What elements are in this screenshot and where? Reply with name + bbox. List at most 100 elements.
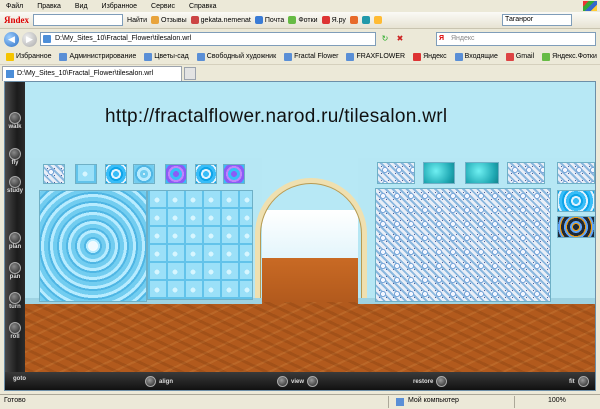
menu-view[interactable]: Вид (75, 3, 88, 10)
favorites-label: Избранное (16, 53, 52, 60)
back-button[interactable]: ◀ (4, 31, 19, 47)
tile-sample[interactable] (557, 190, 595, 212)
tile-sample[interactable] (465, 162, 499, 184)
reviews-button[interactable]: Отзывы (151, 16, 187, 24)
fav-item-artist[interactable]: Свободный художник (196, 52, 277, 61)
yandex-find-button[interactable]: Найти (127, 17, 147, 24)
view-label: view (291, 378, 305, 385)
yandex-logo[interactable]: Яndex (4, 15, 29, 25)
address-bar: ◀ ▶ D:\My_Sites_10\Fractal_Flower\tilesa… (0, 29, 600, 49)
plan-icon (9, 232, 21, 244)
zone-text: Мой компьютер (408, 397, 459, 404)
scene-banner: http://fractalflower.narod.ru/tilesalon.… (105, 106, 448, 127)
mail-icon (254, 16, 263, 24)
traffic-icon[interactable] (373, 16, 382, 24)
search-input[interactable]: Я Яндекс (436, 32, 596, 46)
tile-sample[interactable] (43, 164, 65, 184)
align-button[interactable]: align (145, 376, 173, 387)
pan-button[interactable]: pan (7, 262, 23, 280)
goto-label: goto (13, 376, 26, 382)
tile-panel-grid[interactable] (147, 190, 253, 300)
view-button[interactable]: view (277, 376, 319, 387)
fav-label: FRAXFLOWER (356, 53, 406, 60)
yaru-icon (321, 16, 330, 24)
menu-favorites[interactable]: Избранное (102, 3, 137, 10)
tile-sample[interactable] (105, 164, 127, 184)
tile-sample[interactable] (557, 162, 595, 184)
tile-sample[interactable] (557, 216, 595, 238)
fav-label: Цветы-сад (154, 53, 189, 60)
tile-panel-star[interactable] (39, 190, 147, 302)
fav-item-fraxflower[interactable]: FRAXFLOWER (346, 52, 406, 61)
fly-button[interactable]: fly (7, 148, 23, 166)
music-icon[interactable] (361, 16, 370, 24)
next-view-icon[interactable] (307, 376, 319, 387)
tile-sample[interactable] (223, 164, 245, 184)
fav-item-gmail[interactable]: Gmail (505, 52, 534, 61)
menu-help[interactable]: Справка (189, 3, 216, 10)
walk-button[interactable]: walk (7, 112, 23, 130)
stop-icon[interactable]: ✖ (394, 33, 406, 45)
tile-sample[interactable] (377, 162, 415, 184)
tile-panel-lace[interactable] (375, 188, 551, 302)
tile-sample[interactable] (195, 164, 217, 184)
plan-button[interactable]: plan (7, 232, 23, 250)
mail-button[interactable]: Почта (254, 16, 285, 24)
yandex-search-input[interactable] (33, 14, 124, 26)
yandex-toolbar: Яndex Найти Отзывы gekata.nemenat Почта … (0, 12, 600, 29)
goto-button[interactable]: goto (13, 376, 26, 382)
reviews-label: Отзывы (161, 16, 187, 24)
prev-view-icon[interactable] (277, 376, 288, 387)
star-icon (6, 52, 14, 61)
walk-icon (9, 112, 21, 124)
fav-item-yandex[interactable]: Яндекс (413, 52, 447, 61)
roll-button[interactable]: roll (7, 322, 23, 340)
menu-edit[interactable]: Правка (37, 3, 61, 10)
fav-label: Свободный художник (206, 53, 277, 60)
fav-label: Fractal Flower (294, 53, 339, 60)
tab-tilesalon[interactable]: D:\My_Sites_10\Fractal_Flower\tilesalon.… (2, 66, 182, 81)
tab-title: D:\My_Sites_10\Fractal_Flower\tilesalon.… (17, 70, 154, 77)
study-icon (9, 176, 21, 188)
favorites-button[interactable]: Избранное (6, 52, 52, 61)
address-field[interactable]: D:\My_Sites_10\Fractal_Flower\tilesalon.… (40, 32, 376, 46)
yaru-button[interactable]: Я.ру (321, 16, 346, 24)
restore-button[interactable]: restore (413, 376, 448, 387)
fav-item-admin[interactable]: Администрирование (59, 52, 136, 61)
study-button[interactable]: study (7, 176, 23, 194)
yaru-label: Я.ру (331, 16, 346, 24)
fit-button[interactable]: fit (569, 376, 589, 387)
turn-icon (9, 292, 21, 304)
mail-label: Почта (264, 16, 285, 24)
roll-label: roll (10, 334, 20, 340)
zoom-level[interactable]: 100% (548, 397, 566, 404)
new-tab-button[interactable] (184, 67, 196, 80)
account-button[interactable]: gekata.nemenat (190, 16, 251, 24)
page-icon (284, 52, 293, 61)
tile-sample[interactable] (75, 164, 97, 184)
status-text: Готово (4, 397, 26, 404)
photos-icon (288, 16, 297, 24)
refresh-icon[interactable]: ↻ (379, 33, 391, 45)
menu-file[interactable]: Файл (6, 3, 23, 10)
city-field[interactable]: Таганрог (502, 14, 572, 26)
menu-tools[interactable]: Сервис (151, 3, 175, 10)
fav-item-flowers[interactable]: Цветы-сад (144, 52, 189, 61)
search-placeholder: Яндекс (451, 35, 475, 42)
restore-label: restore (413, 378, 434, 385)
fav-item-fractal-flower[interactable]: Fractal Flower (284, 52, 339, 61)
forward-button[interactable]: ▶ (22, 31, 37, 47)
fav-item-yandex-photos[interactable]: Яндекс.Фотки (542, 52, 597, 61)
tile-sample[interactable] (423, 162, 455, 184)
vrml-viewer[interactable]: walk fly study plan pan turn roll http:/… (4, 81, 596, 391)
turn-label: turn (9, 304, 21, 310)
photos-button[interactable]: Фотки (288, 16, 318, 24)
account-icon (190, 16, 199, 24)
tile-sample[interactable] (165, 164, 187, 184)
tile-sample[interactable] (133, 164, 155, 184)
turn-button[interactable]: turn (7, 292, 23, 310)
fav-item-inbox[interactable]: Входящие (454, 52, 498, 61)
plan-label: plan (8, 244, 22, 250)
weather-icon[interactable] (349, 16, 358, 24)
tile-sample[interactable] (507, 162, 545, 184)
